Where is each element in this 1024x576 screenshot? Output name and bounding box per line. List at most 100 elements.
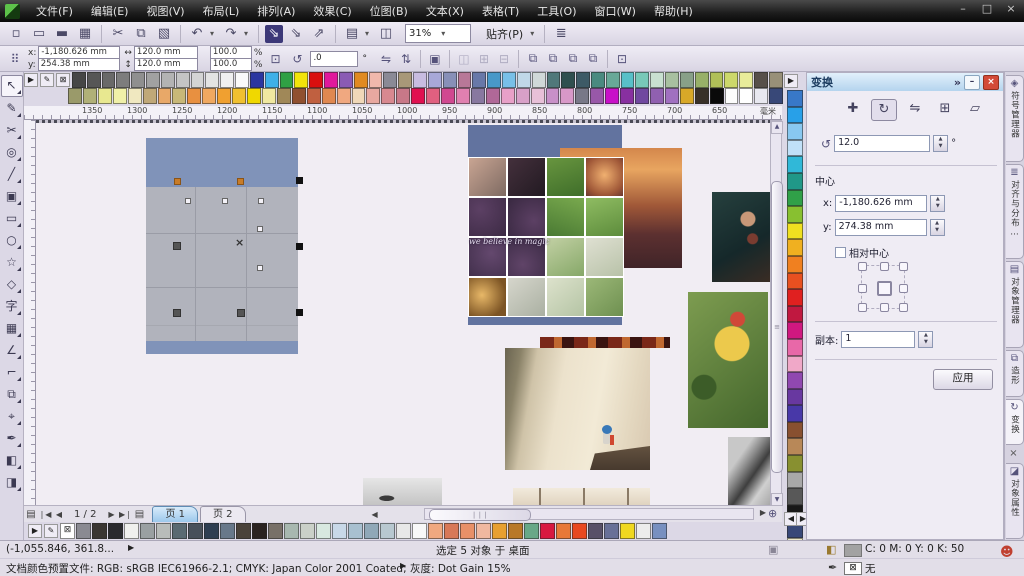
- treat-as-filled-icon[interactable]: ▣: [426, 52, 444, 66]
- color-swatch[interactable]: [428, 523, 443, 539]
- grid-template-object[interactable]: [146, 138, 298, 354]
- color-swatch[interactable]: [247, 88, 261, 104]
- color-swatch[interactable]: [348, 523, 363, 539]
- color-swatch[interactable]: [187, 88, 201, 104]
- center-x-field[interactable]: -1,180.626 mm: [835, 195, 927, 212]
- color-swatch[interactable]: [560, 88, 574, 104]
- selection-handle[interactable]: [296, 243, 303, 250]
- color-swatch[interactable]: [546, 88, 560, 104]
- menu-text[interactable]: 文本(X): [417, 1, 473, 21]
- color-swatch[interactable]: [621, 72, 635, 88]
- skew-mode-icon[interactable]: ▱: [963, 99, 987, 119]
- photo-lantern-tree[interactable]: [688, 292, 768, 428]
- color-swatch[interactable]: [620, 523, 635, 539]
- zoom-corner-icon[interactable]: ⊕: [768, 507, 777, 520]
- user-status-icon[interactable]: ☻: [1000, 545, 1014, 560]
- color-swatch[interactable]: [131, 72, 145, 88]
- tab-symbol-manager[interactable]: ◈符号管理器: [1006, 75, 1024, 162]
- open-icon[interactable]: ▭: [29, 24, 49, 43]
- color-swatch[interactable]: [524, 523, 539, 539]
- color-swatch[interactable]: [324, 72, 338, 88]
- color-swatch[interactable]: [128, 88, 142, 104]
- color-swatch[interactable]: [116, 72, 130, 88]
- canvas-vertical-scrollbar[interactable]: ▲ ≡ ▼: [770, 120, 782, 505]
- color-swatch[interactable]: [787, 306, 803, 323]
- color-swatch[interactable]: [665, 72, 679, 88]
- collage-photo-cell[interactable]: [469, 278, 506, 316]
- node-handle[interactable]: [222, 198, 228, 204]
- color-swatch[interactable]: [413, 72, 427, 88]
- smart-fill-tool[interactable]: ▣: [2, 185, 22, 207]
- color-swatch[interactable]: [787, 256, 803, 273]
- launcher-dropdown[interactable]: ▾: [365, 29, 373, 38]
- undo-icon[interactable]: ↶: [187, 24, 207, 43]
- zoom-dropdown-icon[interactable]: ▾: [441, 26, 449, 42]
- color-swatch[interactable]: [739, 72, 753, 88]
- color-swatch[interactable]: [262, 88, 276, 104]
- scale-mirror-mode-icon[interactable]: ⇋: [903, 99, 927, 119]
- color-swatch[interactable]: [220, 72, 234, 88]
- color-swatch[interactable]: [146, 72, 160, 88]
- group-icon[interactable]: ⧉: [564, 51, 582, 66]
- color-swatch[interactable]: [710, 72, 724, 88]
- color-swatch[interactable]: [398, 72, 412, 88]
- color-swatch[interactable]: [284, 523, 299, 539]
- object-height-field[interactable]: 120.0 mm: [134, 58, 198, 71]
- color-swatch[interactable]: [787, 455, 803, 472]
- color-swatch[interactable]: [191, 72, 205, 88]
- anchor-right[interactable]: [899, 284, 908, 293]
- add-page-icon[interactable]: ▤: [132, 509, 146, 520]
- connector-tool[interactable]: ⌐: [2, 361, 22, 383]
- color-swatch[interactable]: [754, 88, 768, 104]
- ungroup-icon[interactable]: ⧉: [584, 51, 602, 66]
- collage-photo-cell[interactable]: [586, 278, 623, 316]
- color-swatch[interactable]: [540, 523, 555, 539]
- color-swatch[interactable]: [76, 523, 91, 539]
- color-swatch[interactable]: [787, 389, 803, 406]
- collage-photo-cell[interactable]: [586, 158, 623, 196]
- menu-layout[interactable]: 布局(L): [194, 1, 249, 21]
- color-swatch[interactable]: [636, 523, 651, 539]
- copy-icon[interactable]: ⧉: [131, 24, 151, 43]
- photo-grayscale-abstract[interactable]: [728, 437, 770, 505]
- profile-expand-icon[interactable]: ▶: [400, 561, 406, 570]
- color-swatch[interactable]: [143, 88, 157, 104]
- search-content-icon[interactable]: ⇘: [265, 25, 283, 43]
- palette-flyout-button[interactable]: ▶: [24, 73, 38, 87]
- copies-field[interactable]: 1: [841, 331, 915, 348]
- collage-photo-cell[interactable]: [586, 198, 623, 236]
- menu-window[interactable]: 窗口(W): [586, 1, 645, 21]
- crop-tool[interactable]: ✂: [2, 119, 22, 141]
- color-swatch[interactable]: [787, 190, 803, 207]
- position-mode-icon[interactable]: ✚: [841, 99, 865, 119]
- color-swatch[interactable]: [532, 72, 546, 88]
- color-swatch[interactable]: [724, 72, 738, 88]
- anchor-bottom-right[interactable]: [899, 303, 908, 312]
- color-swatch[interactable]: [680, 72, 694, 88]
- rotation-angle-field[interactable]: .0: [310, 51, 358, 67]
- color-swatch[interactable]: [250, 72, 264, 88]
- color-swatch[interactable]: [769, 88, 783, 104]
- properties-icon[interactable]: ⊡: [613, 52, 631, 66]
- color-swatch[interactable]: [650, 88, 664, 104]
- color-swatch[interactable]: [787, 223, 803, 240]
- color-swatch[interactable]: [337, 88, 351, 104]
- paste-icon[interactable]: ▧: [154, 24, 174, 43]
- palette-flyout-button[interactable]: ▶: [28, 524, 42, 538]
- lock-ratio-icon[interactable]: ⊡: [266, 52, 284, 66]
- text-tool[interactable]: 字: [2, 295, 22, 317]
- vertical-ruler[interactable]: [24, 120, 36, 505]
- tab-align-distribute[interactable]: ≣对齐与分布…: [1006, 164, 1024, 259]
- color-swatch[interactable]: [381, 88, 395, 104]
- photo-interior[interactable]: [513, 488, 650, 505]
- basic-shapes-tool[interactable]: ◇: [2, 273, 22, 295]
- color-swatch[interactable]: [531, 88, 545, 104]
- color-swatch[interactable]: [547, 72, 561, 88]
- color-swatch[interactable]: [502, 72, 516, 88]
- redo-dropdown[interactable]: ▾: [244, 29, 252, 38]
- docker-tab-close-icon[interactable]: ×: [1005, 446, 1022, 462]
- save-icon[interactable]: ▬: [52, 24, 72, 43]
- rotate-mode-icon[interactable]: ↻: [871, 99, 897, 121]
- color-swatch[interactable]: [650, 72, 664, 88]
- polygon-tool[interactable]: ☆: [2, 251, 22, 273]
